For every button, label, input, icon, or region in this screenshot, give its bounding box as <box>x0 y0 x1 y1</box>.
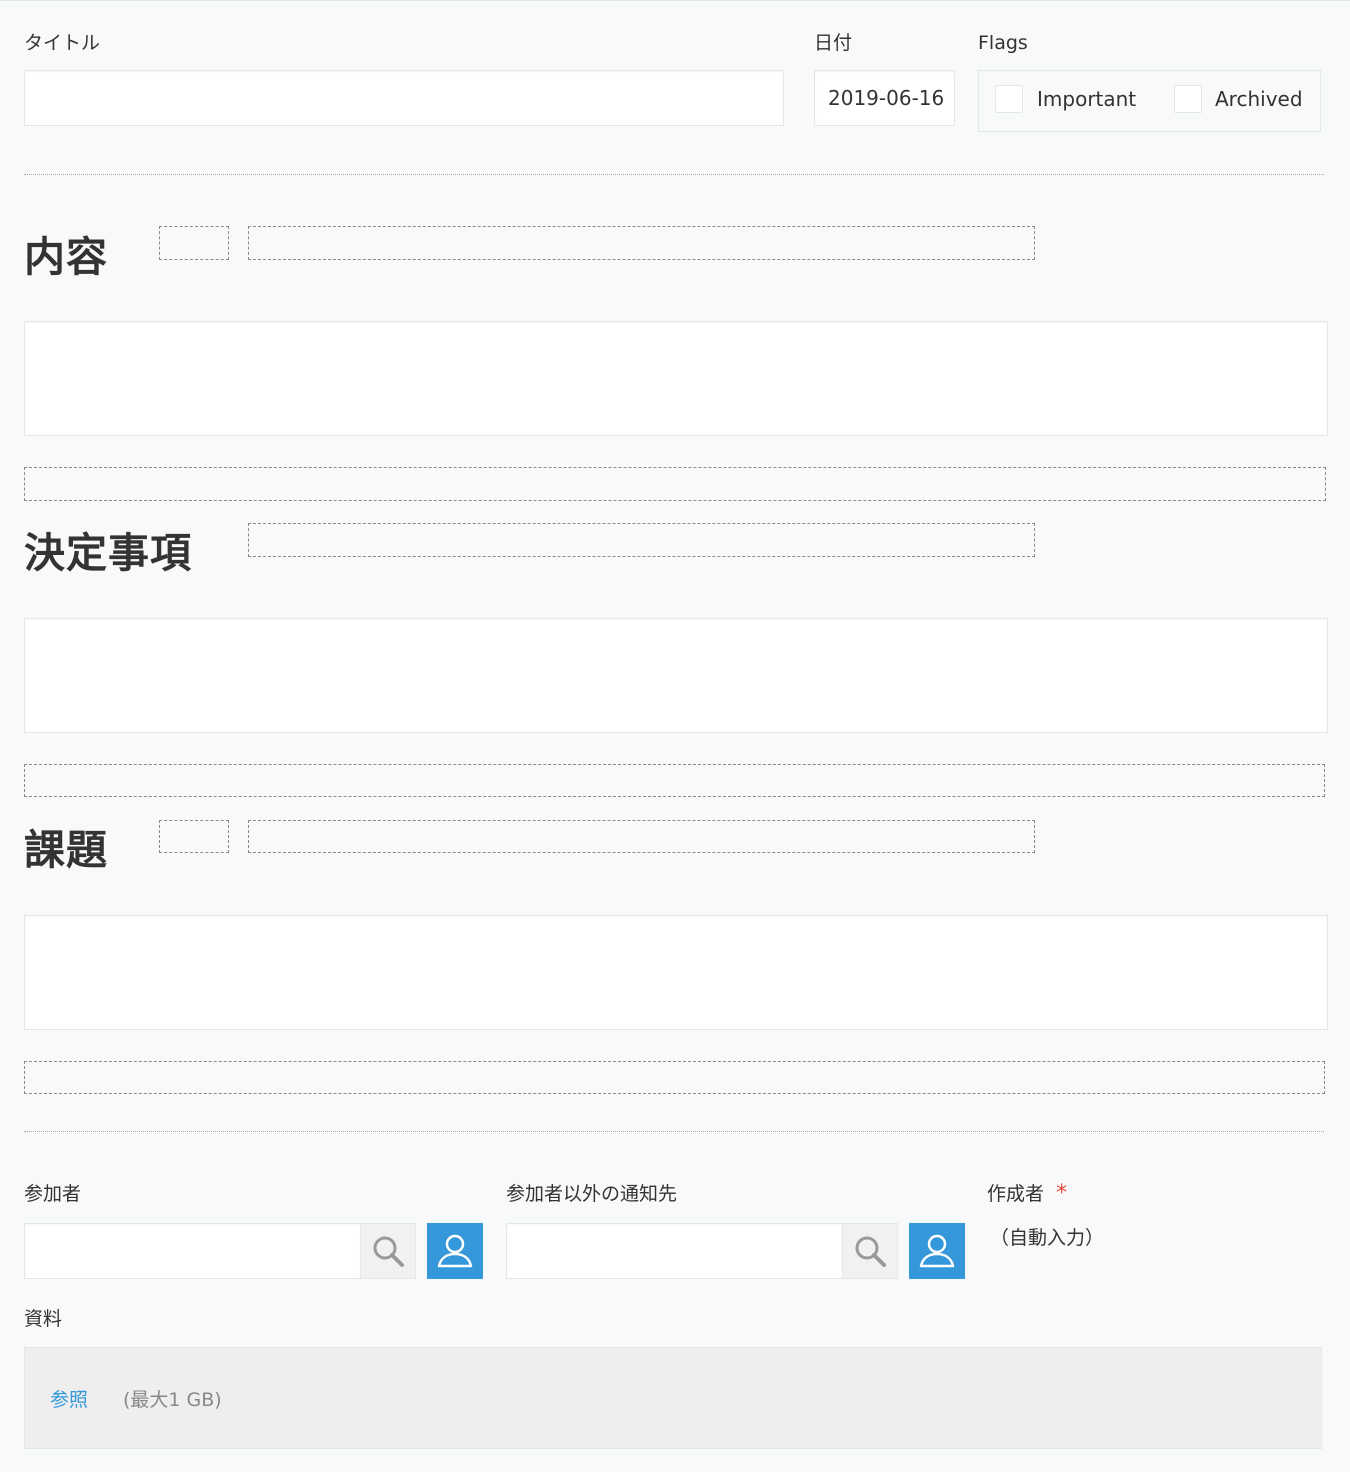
section-heading-issues: 課題 <box>24 826 108 874</box>
section-heading-decisions: 決定事項 <box>24 529 192 577</box>
flags-group: Important Archived <box>978 70 1321 132</box>
archived-label[interactable]: Archived <box>1215 85 1303 113</box>
creator-label: 作成者 * <box>987 1182 1067 1206</box>
decisions-textarea[interactable] <box>24 618 1328 733</box>
max-size-text: (最大1 GB) <box>123 1389 222 1411</box>
attendees-search-button[interactable] <box>361 1223 416 1279</box>
notify-search-button[interactable] <box>843 1223 898 1279</box>
issues-textarea[interactable] <box>24 915 1328 1030</box>
user-icon <box>919 1234 955 1268</box>
attachments-label: 資料 <box>24 1308 63 1330</box>
divider-top <box>24 174 1324 175</box>
search-icon <box>373 1236 404 1267</box>
attendees-label: 参加者 <box>24 1183 82 1205</box>
section-spacer-wide <box>248 523 1035 557</box>
section-spacer-full <box>24 467 1326 501</box>
section-spacer-wide <box>248 226 1035 260</box>
browse-link[interactable]: 参照 <box>50 1385 88 1412</box>
title-input[interactable] <box>24 70 784 126</box>
attendees-input[interactable] <box>24 1223 361 1279</box>
important-checkbox[interactable] <box>995 85 1023 113</box>
section-heading-content: 内容 <box>24 233 108 281</box>
section-spacer-full <box>24 764 1325 797</box>
notify-input[interactable] <box>506 1223 843 1279</box>
flags-label: Flags <box>978 32 1028 54</box>
archived-checkbox[interactable] <box>1174 85 1202 113</box>
required-mark: * <box>1056 1181 1068 1206</box>
creator-auto-text: （自動入力） <box>990 1227 1105 1249</box>
section-spacer-full <box>24 1061 1325 1094</box>
section-spacer-small <box>159 820 229 853</box>
date-label: 日付 <box>814 32 853 54</box>
creator-label-text: 作成者 <box>987 1183 1045 1205</box>
content-textarea[interactable] <box>24 321 1328 436</box>
section-spacer-small <box>159 226 229 260</box>
search-icon <box>855 1236 886 1267</box>
important-label[interactable]: Important <box>1037 85 1136 113</box>
date-input[interactable]: 2019-06-16 <box>814 70 955 126</box>
user-icon <box>437 1234 473 1268</box>
attachments-dropzone[interactable]: 参照 (最大1 GB) <box>24 1347 1322 1449</box>
attendees-user-button[interactable] <box>427 1223 483 1279</box>
divider-bottom <box>24 1131 1324 1132</box>
section-spacer-wide <box>248 820 1035 853</box>
title-label: タイトル <box>24 32 101 54</box>
notify-user-button[interactable] <box>909 1223 965 1279</box>
notify-label: 参加者以外の通知先 <box>506 1183 678 1205</box>
